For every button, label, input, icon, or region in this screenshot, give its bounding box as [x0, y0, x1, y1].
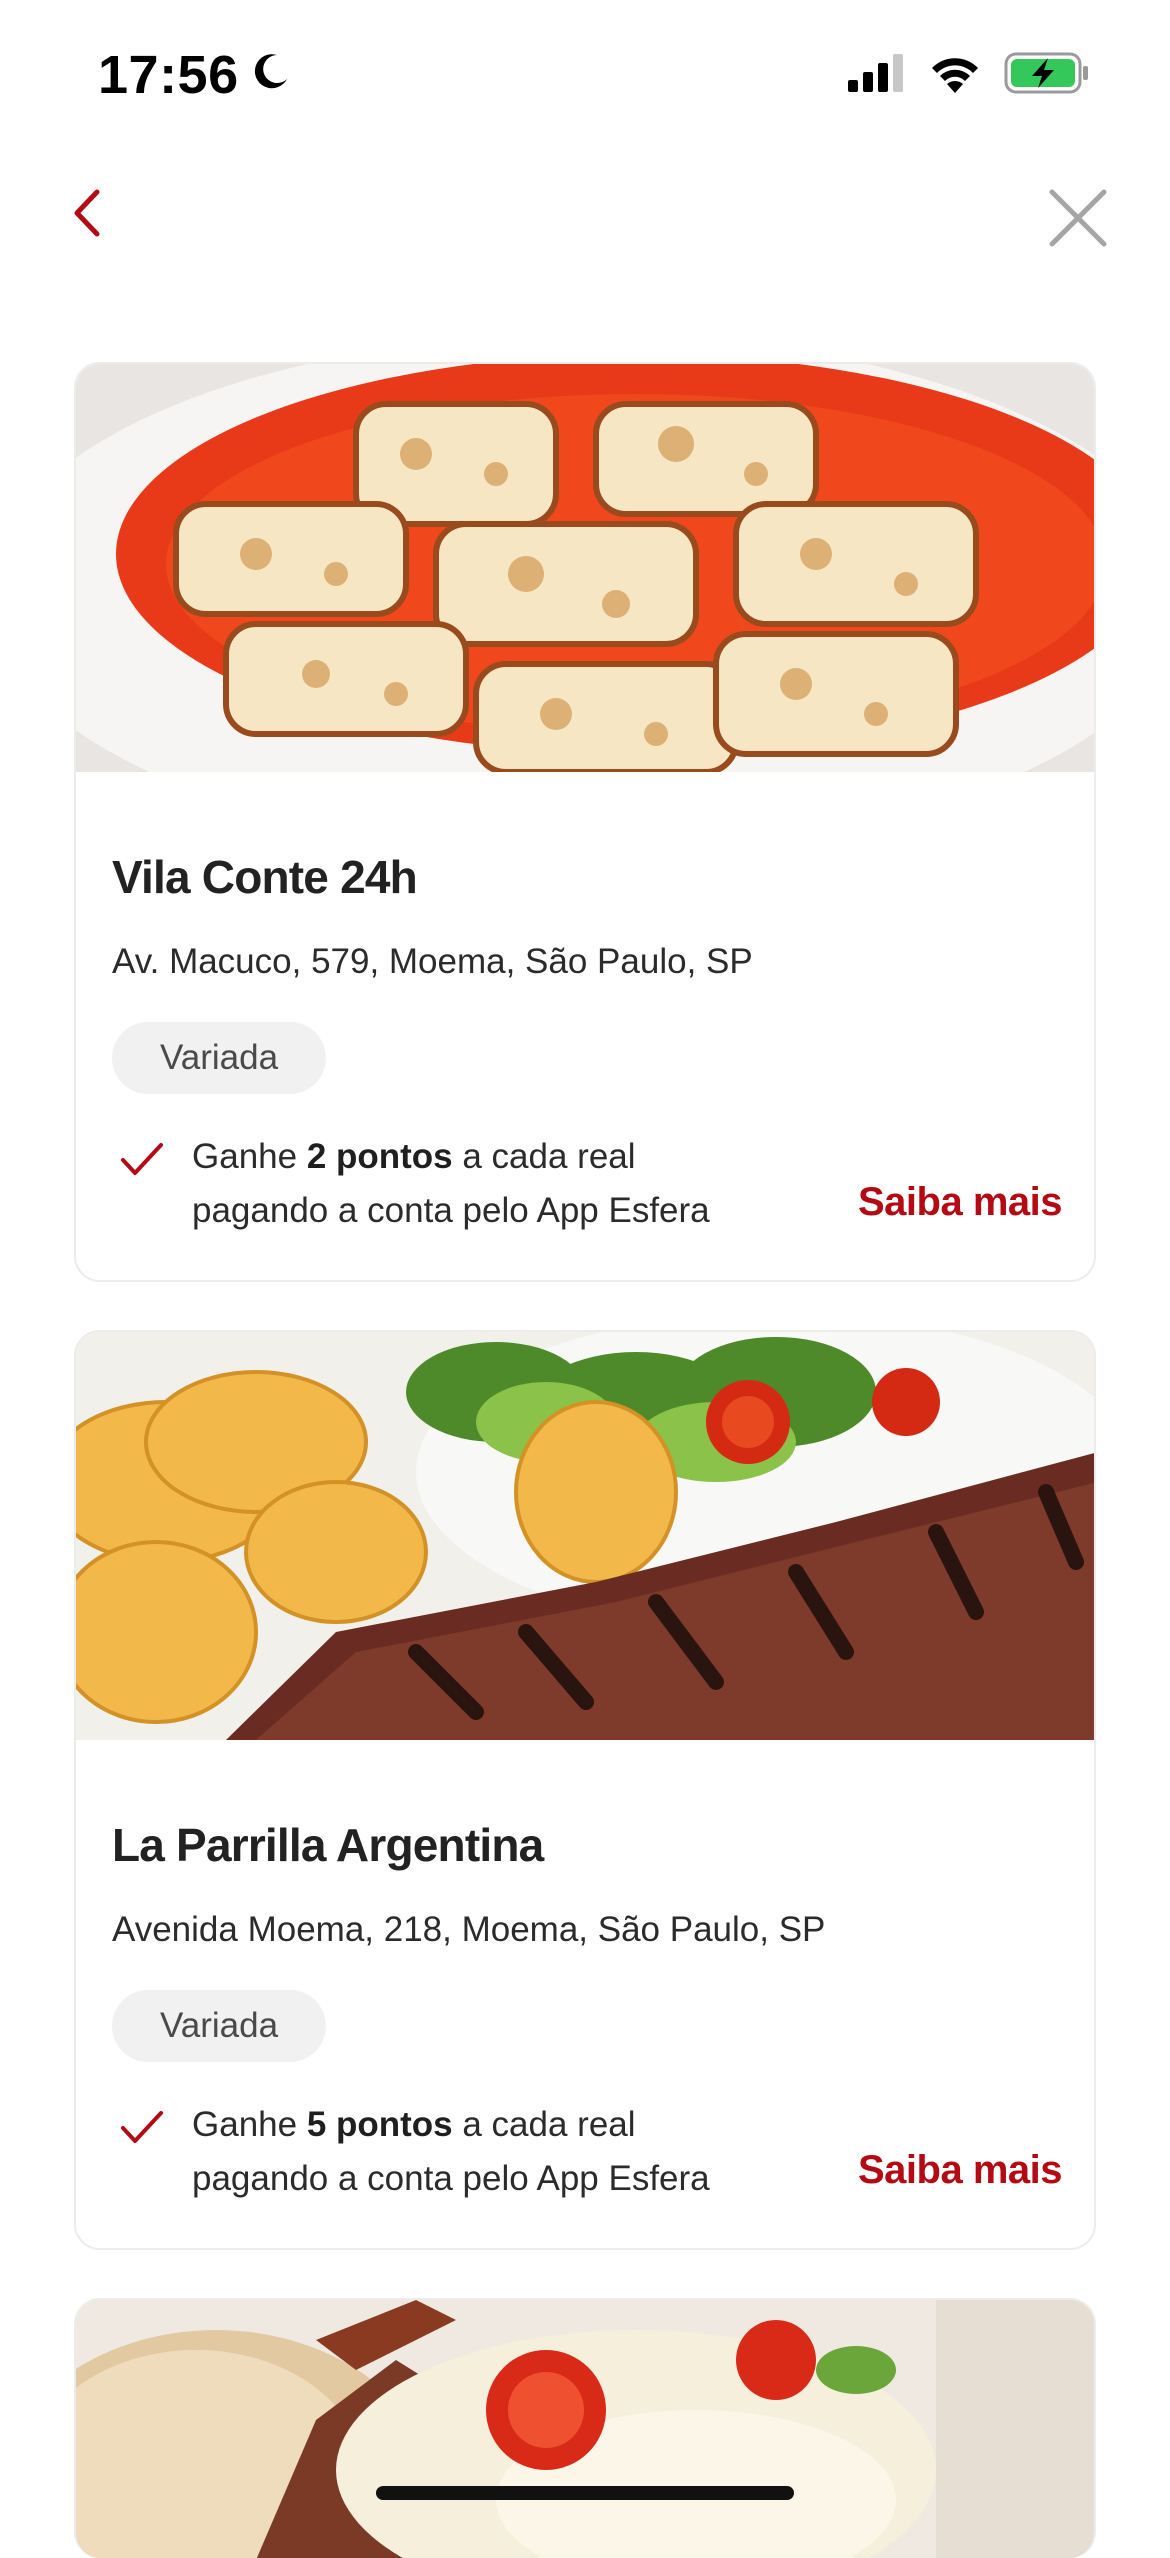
nav-bar — [0, 170, 1170, 260]
parmigiana-dish-photo — [76, 364, 1094, 772]
home-indicator[interactable] — [376, 2486, 794, 2500]
restaurant-name: Vila Conte 24h — [112, 851, 418, 903]
saiba-mais-link[interactable]: Saiba mais — [858, 2148, 1063, 2193]
points-line2: pagando a conta pelo App Esfera — [192, 2159, 710, 2198]
points-description: Ganhe 2 pontos a cada real pagando a con… — [192, 1130, 812, 1238]
cellular-signal-icon — [848, 54, 906, 97]
status-time: 17:56 — [98, 45, 239, 105]
points-prefix: Ganhe — [192, 2105, 307, 2144]
check-icon — [120, 1142, 164, 1183]
sandwich-photo — [76, 2300, 1094, 2558]
points-amount: 2 pontos — [306, 1137, 453, 1176]
check-icon — [120, 2110, 164, 2151]
moon-icon — [249, 44, 293, 106]
restaurant-card[interactable] — [74, 2298, 1096, 2558]
points-amount: 5 pontos — [306, 2105, 453, 2144]
back-button[interactable] — [52, 180, 122, 250]
status-time-group: 17:56 — [98, 44, 293, 106]
restaurant-photo — [76, 364, 1094, 772]
saiba-mais-link[interactable]: Saiba mais — [858, 1180, 1063, 1225]
restaurant-photo — [76, 1332, 1094, 1740]
cuisine-tag: Variada — [112, 1022, 327, 1094]
restaurant-address: Av. Macuco, 579, Moema, São Paulo, SP — [112, 942, 753, 981]
chevron-left-icon — [67, 188, 107, 243]
points-prefix: Ganhe — [192, 1137, 307, 1176]
battery-charging-icon — [1004, 52, 1090, 99]
close-button[interactable] — [1038, 180, 1118, 260]
restaurant-card[interactable]: Vila Conte 24h Av. Macuco, 579, Moema, S… — [74, 362, 1096, 1282]
restaurant-name: La Parrilla Argentina — [112, 1819, 544, 1871]
cuisine-tag: Variada — [112, 1990, 327, 2062]
status-bar: 17:56 — [0, 0, 1170, 150]
restaurant-card[interactable]: La Parrilla Argentina Avenida Moema, 218… — [74, 1330, 1096, 2250]
points-line2: pagando a conta pelo App Esfera — [192, 1191, 710, 1230]
close-icon — [1048, 188, 1108, 253]
wifi-icon — [928, 53, 982, 98]
restaurant-photo — [76, 2300, 1094, 2558]
points-suffix: a cada real — [452, 1137, 636, 1176]
points-suffix: a cada real — [452, 2105, 636, 2144]
status-icons — [848, 52, 1090, 99]
grilled-steak-photo — [76, 1332, 1094, 1740]
restaurant-address: Avenida Moema, 218, Moema, São Paulo, SP — [112, 1910, 826, 1949]
points-description: Ganhe 5 pontos a cada real pagando a con… — [192, 2098, 812, 2206]
